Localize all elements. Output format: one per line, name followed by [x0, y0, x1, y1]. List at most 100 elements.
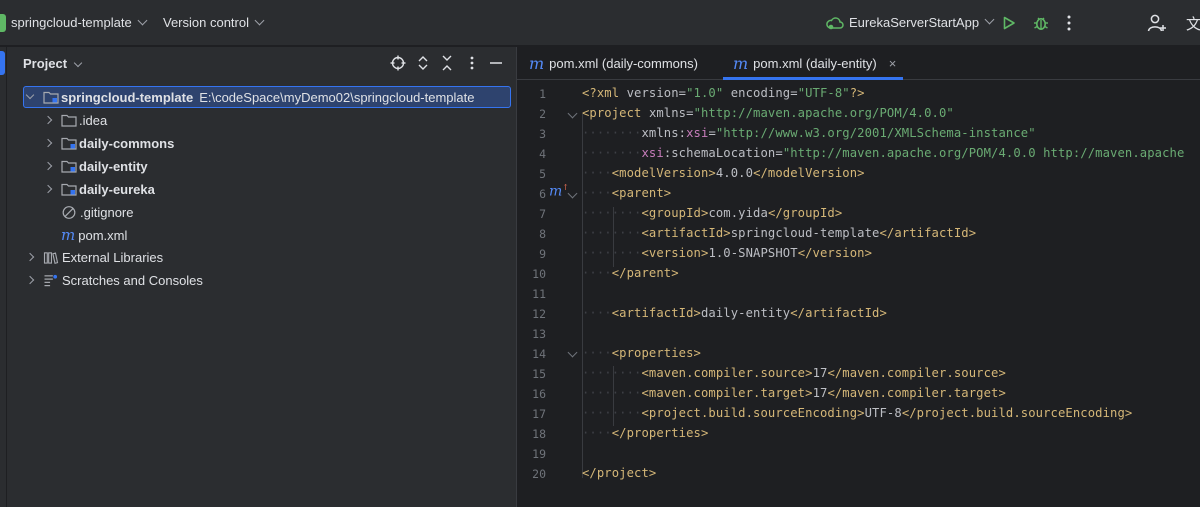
ignore-file-icon — [62, 205, 76, 219]
fold-toggle-icon[interactable] — [567, 108, 578, 119]
code-line: ········xsi:schemaLocation="http://maven… — [582, 146, 1185, 160]
project-badge-icon — [0, 14, 6, 32]
maven-parent-gutter-icon[interactable]: m↑ — [549, 183, 569, 200]
line-number: 19 — [532, 447, 546, 461]
tree-item-gitignore[interactable]: .gitignore — [61, 201, 133, 223]
project-panel-header: Project — [7, 47, 516, 79]
tree-item-label: springcloud-template — [61, 89, 194, 105]
tree-item-daily-eureka[interactable]: daily-eureka — [43, 178, 155, 200]
chevron-right-icon[interactable] — [43, 138, 53, 148]
tree-item-label: .gitignore — [80, 204, 134, 220]
line-number: 6 — [539, 187, 546, 201]
hide-panel-icon[interactable] — [489, 55, 503, 71]
cloud-icon — [826, 16, 844, 29]
line-number: 11 — [532, 287, 546, 301]
line-number: 12 — [532, 307, 546, 321]
tree-item-label: .idea — [79, 112, 108, 128]
line-number: 8 — [539, 227, 546, 241]
run-configuration-selector[interactable]: EurekaServerStartApp — [826, 14, 995, 30]
tab-pom-daily-commons[interactable]: m pom.xml (daily-commons) — [529, 47, 698, 80]
chevron-right-icon[interactable] — [43, 115, 53, 125]
line-number: 4 — [539, 147, 546, 161]
line-number: 5 — [539, 167, 546, 181]
tab-pom-daily-entity[interactable]: m pom.xml (daily-entity) × — [733, 47, 896, 80]
line-number: 15 — [532, 367, 546, 381]
tree-item-idea[interactable]: .idea — [43, 109, 108, 131]
run-icon[interactable] — [1002, 16, 1016, 30]
code-line: </project> — [582, 466, 657, 480]
tree-item-label: daily-eureka — [79, 181, 155, 197]
library-icon — [43, 251, 59, 264]
chevron-right-icon[interactable] — [25, 275, 35, 285]
tab-label: pom.xml (daily-entity) — [753, 56, 877, 71]
close-icon[interactable]: × — [889, 56, 897, 71]
code-line: <project xmlns="http://maven.apache.org/… — [582, 106, 954, 120]
fold-toggle-icon[interactable] — [567, 347, 578, 358]
tree-item-pom-xml[interactable]: m pom.xml — [61, 224, 127, 246]
module-folder-icon — [61, 183, 77, 196]
chevron-right-icon[interactable] — [43, 184, 53, 194]
module-folder-icon — [61, 160, 77, 173]
options-icon[interactable] — [469, 55, 475, 71]
chevron-down-icon — [254, 15, 265, 26]
editor-tabs: m pom.xml (daily-commons) m pom.xml (dai… — [517, 47, 1200, 80]
code-line: ········<project.build.sourceEncoding>UT… — [582, 406, 1133, 420]
version-control-label: Version control — [163, 15, 249, 30]
maven-icon: m — [529, 54, 545, 73]
code-line: <?xml version="1.0" encoding="UTF-8"?> — [582, 86, 865, 100]
panel-title: Project — [23, 56, 68, 71]
project-view-selector[interactable]: Project — [23, 56, 83, 71]
tab-label: pom.xml (daily-commons) — [549, 56, 698, 71]
line-number: 20 — [532, 467, 546, 481]
more-icon[interactable] — [1066, 14, 1072, 32]
code-line: ········xmlns:xsi="http://www.w3.org/200… — [582, 126, 1036, 140]
active-tab-indicator — [723, 77, 903, 80]
chevron-right-icon[interactable] — [25, 252, 35, 262]
chevron-right-icon[interactable] — [43, 161, 53, 171]
debug-icon[interactable] — [1033, 14, 1049, 32]
code-line: ····</properties> — [582, 426, 709, 440]
tree-item-scratches-and-consoles[interactable]: Scratches and Consoles — [25, 269, 203, 291]
version-control-menu[interactable]: Version control — [163, 15, 265, 30]
line-number: 2 — [539, 107, 546, 121]
tree-item-external-libraries[interactable]: External Libraries — [25, 246, 164, 268]
collapse-all-icon[interactable] — [441, 55, 453, 71]
maven-icon: m — [733, 54, 749, 73]
line-number: 3 — [539, 127, 546, 141]
chevron-down-icon — [984, 14, 995, 25]
translate-icon[interactable]: 文 — [1186, 13, 1200, 34]
code-line: ····<parent> — [582, 186, 672, 200]
code-line: ········<maven.compiler.source>17</maven… — [582, 366, 1006, 380]
module-folder-icon — [43, 91, 59, 104]
code-line: ········<maven.compiler.target>17</maven… — [582, 386, 1006, 400]
line-number: 17 — [532, 407, 546, 421]
line-number: 1 — [539, 87, 546, 101]
folder-icon — [61, 114, 77, 127]
chevron-down-icon — [137, 15, 148, 26]
line-number: 10 — [532, 267, 546, 281]
code-line: ········<artifactId>springcloud-template… — [582, 226, 977, 240]
project-tool-window-button[interactable] — [0, 51, 5, 75]
project-name: springcloud-template — [11, 15, 132, 30]
code-line: ········<version>1.0-SNAPSHOT</version> — [582, 246, 873, 260]
tree-item-daily-entity[interactable]: daily-entity — [43, 155, 148, 177]
tree-item-springcloud-template[interactable]: springcloud-template E:\codeSpace\myDemo… — [25, 86, 475, 108]
line-number: 14 — [532, 347, 546, 361]
fold-toggle-icon[interactable] — [567, 188, 578, 199]
locate-file-icon[interactable] — [390, 55, 406, 71]
line-number: 7 — [539, 207, 546, 221]
tree-item-label: External Libraries — [62, 249, 164, 265]
title-bar: springcloud-template Version control Eur… — [0, 0, 1200, 46]
add-user-icon[interactable] — [1147, 13, 1167, 33]
code-line: ····<properties> — [582, 346, 701, 360]
tree-item-daily-commons[interactable]: daily-commons — [43, 132, 175, 154]
line-number: 16 — [532, 387, 546, 401]
tree-item-label: daily-commons — [79, 135, 175, 151]
chevron-down-icon[interactable] — [25, 90, 35, 100]
project-panel: Project springcloud-template E:\codeSpac… — [7, 47, 516, 507]
code-line: ····</parent> — [582, 266, 679, 280]
expand-all-icon[interactable] — [417, 55, 429, 71]
module-folder-icon — [61, 137, 77, 150]
tool-window-stripe — [0, 47, 6, 507]
project-switcher[interactable]: springcloud-template — [11, 15, 148, 30]
